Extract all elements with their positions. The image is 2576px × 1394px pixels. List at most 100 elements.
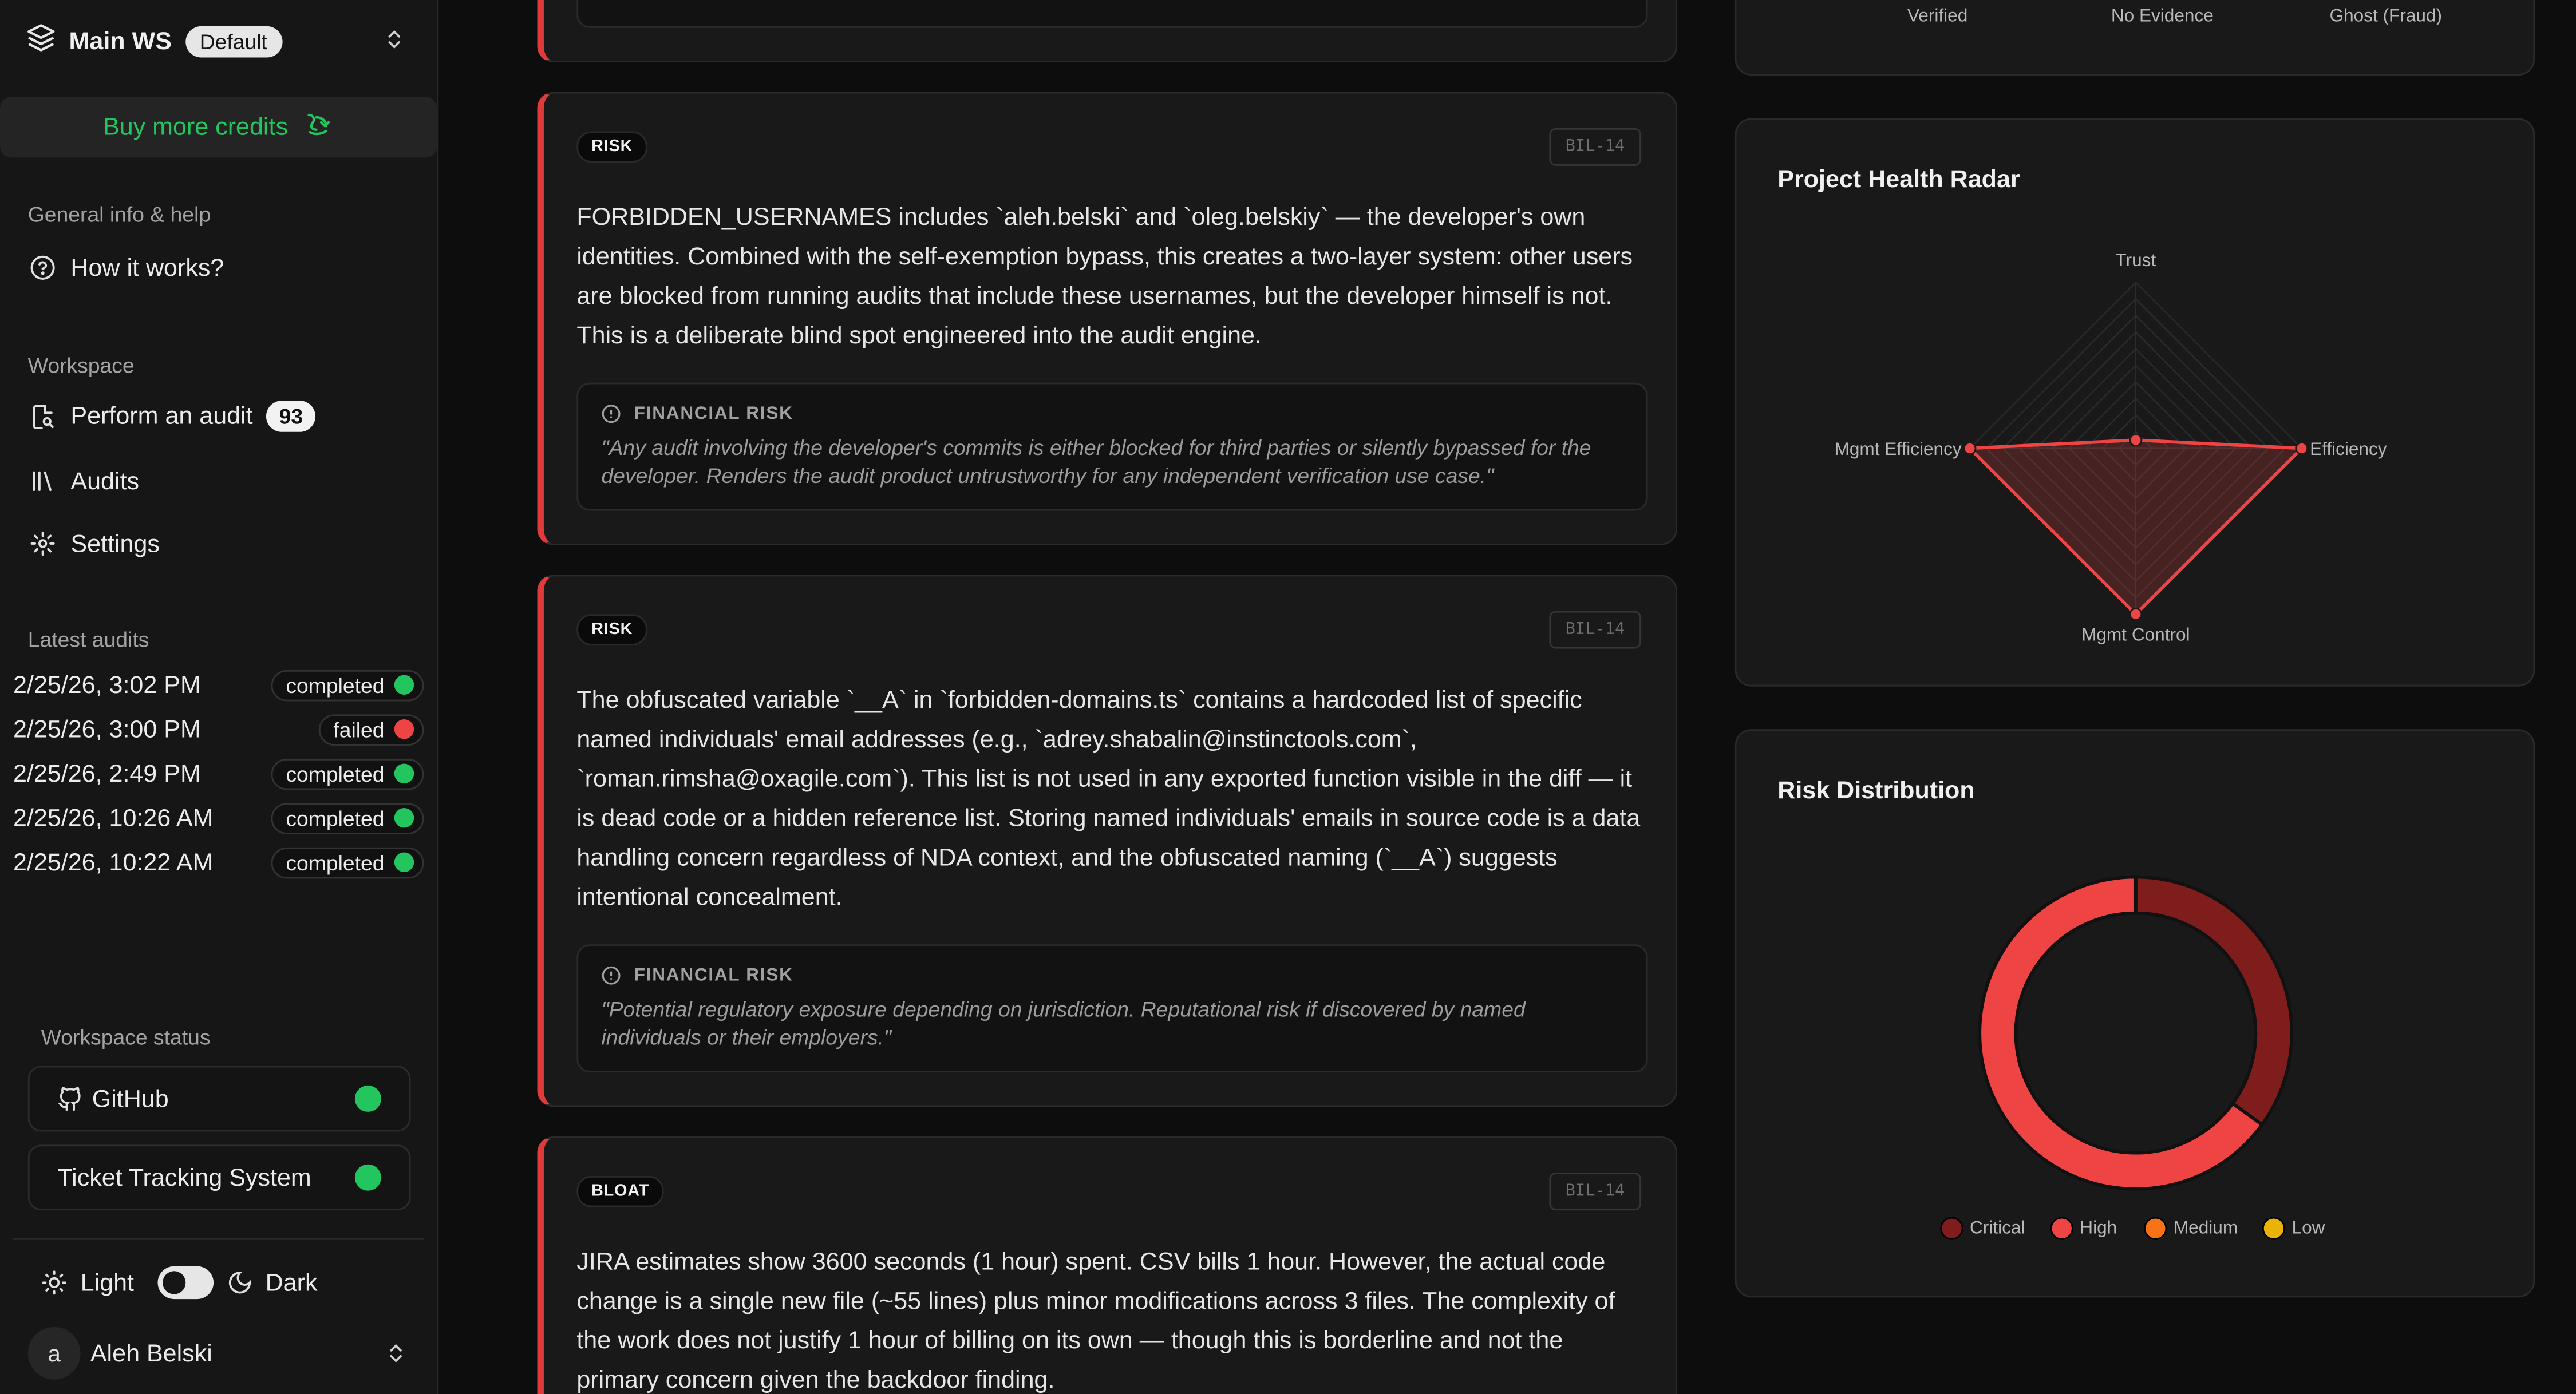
status-dot-icon xyxy=(394,675,414,695)
workspace-default-badge: Default xyxy=(184,25,282,57)
radar-point[interactable] xyxy=(2295,442,2309,455)
workspace-status-label: Workspace status xyxy=(41,1024,211,1050)
layers-icon xyxy=(26,22,56,60)
status-dot-icon xyxy=(394,719,414,739)
financial-risk-box: FINANCIAL RISK "Potential regulatory exp… xyxy=(576,944,1648,1073)
status-dot-icon xyxy=(354,1164,381,1191)
radar-point[interactable] xyxy=(2129,607,2143,621)
financial-risk-box: FINANCIAL RISK "Any audit involving the … xyxy=(576,382,1648,511)
avatar: a xyxy=(27,1326,81,1380)
sidebar-item-perform-audit[interactable]: Perform an audit 93 xyxy=(28,401,317,432)
status-badge: completed xyxy=(271,846,424,878)
status-text: completed xyxy=(286,761,385,786)
status-dot-icon xyxy=(394,852,414,872)
info-icon xyxy=(601,966,621,985)
moon-icon xyxy=(226,1269,252,1296)
perform-audit-label: Perform an audit xyxy=(70,402,253,430)
theme-toggle[interactable] xyxy=(157,1266,213,1300)
project-health-radar-panel: Project Health Radar Trust Efficiency Mgmt… xyxy=(1735,118,2535,687)
donut-slice-critical[interactable] xyxy=(2134,875,2294,1127)
financial-risk-box xyxy=(576,0,1648,28)
radar-point[interactable] xyxy=(2129,433,2143,447)
integration-label: Ticket Tracking System xyxy=(57,1163,311,1192)
status-dot-icon xyxy=(354,1086,381,1112)
audits-label: Audits xyxy=(70,467,140,496)
radar-axis-label: Efficiency xyxy=(2310,438,2387,459)
audit-date: 2/25/26, 10:26 AM xyxy=(13,803,214,832)
finding-card-partial xyxy=(537,0,1678,63)
ticket-badge[interactable]: BIL-14 xyxy=(1548,611,1642,649)
audit-date: 2/25/26, 3:00 PM xyxy=(13,715,201,743)
chevrons-up-down-icon xyxy=(383,28,406,60)
sidebar-divider xyxy=(13,1238,424,1240)
latest-audit-item[interactable]: 2/25/26, 10:26 AM completed xyxy=(13,800,424,836)
legend-swatch xyxy=(2050,1217,2073,1240)
how-it-works-label: How it works? xyxy=(70,254,224,282)
sidebar-item-how-it-works[interactable]: How it works? xyxy=(28,253,224,283)
legend-ghost-fraud: Ghost (Fraud) xyxy=(2329,6,2443,26)
financial-risk-title: FINANCIAL RISK xyxy=(634,965,793,985)
finding-card: RISK BIL-14 The obfuscated variable `__A… xyxy=(537,575,1678,1107)
user-name: Aleh Belski xyxy=(90,1339,212,1368)
latest-audit-item[interactable]: 2/25/26, 3:02 PM completed xyxy=(13,667,424,703)
legend-label: High xyxy=(2080,1218,2117,1238)
legend-item-medium[interactable]: Medium xyxy=(2144,1217,2238,1240)
gear-icon xyxy=(28,529,58,559)
latest-audit-item[interactable]: 2/25/26, 3:00 PM failed xyxy=(13,711,424,747)
help-circle-icon xyxy=(28,253,58,283)
latest-audit-item[interactable]: 2/25/26, 2:49 PM completed xyxy=(13,755,424,791)
finding-description: The obfuscated variable `__A` in `forbid… xyxy=(576,686,1641,912)
theme-switcher: Light Dark xyxy=(41,1265,317,1301)
latest-audits-section-label: Latest audits xyxy=(27,627,149,652)
audit-date: 2/25/26, 2:49 PM xyxy=(13,759,201,788)
status-text: failed xyxy=(333,716,385,742)
legend-item-critical[interactable]: Critical xyxy=(1940,1217,2025,1240)
sidebar-item-settings[interactable]: Settings xyxy=(28,529,160,559)
radar-axis-label: Mgmt Efficiency xyxy=(1835,438,1962,459)
legend-verified: Verified xyxy=(1907,6,1968,26)
status-badge: completed xyxy=(271,802,424,834)
sidebar: Main WS Default Buy more credits General… xyxy=(0,0,439,1394)
workspace-name: Main WS xyxy=(69,27,172,56)
radar-axis-label: Mgmt Control xyxy=(2081,624,2190,644)
theme-light-label: Light xyxy=(80,1268,134,1297)
financial-risk-heading: FINANCIAL RISK xyxy=(601,404,1623,423)
finding-tag: RISK xyxy=(576,131,648,163)
sidebar-item-audits[interactable]: Audits xyxy=(28,466,139,496)
chevrons-up-down-icon xyxy=(385,1342,408,1365)
settings-label: Settings xyxy=(70,529,160,558)
info-icon xyxy=(601,404,621,423)
finding-card: RISK BIL-14 FORBIDDEN_USERNAMES includes… xyxy=(537,92,1678,545)
status-text: completed xyxy=(286,805,385,830)
radar-chart: Trust Efficiency Mgmt Control Mgmt Efficien… xyxy=(1835,250,2387,644)
finding-description: JIRA estimates show 3600 seconds (1 hour… xyxy=(576,1248,1615,1394)
radar-point[interactable] xyxy=(1963,442,1977,455)
legend-swatch xyxy=(2262,1217,2286,1240)
financial-risk-heading: FINANCIAL RISK xyxy=(601,966,1623,985)
evidence-panel: Verified No Evidence Ghost (Fraud) xyxy=(1735,0,2535,76)
ticket-badge[interactable]: BIL-14 xyxy=(1548,1173,1642,1211)
financial-risk-title: FINANCIAL RISK xyxy=(634,403,793,424)
legend-item-high[interactable]: High xyxy=(2050,1217,2117,1240)
latest-audit-item[interactable]: 2/25/26, 10:22 AM completed xyxy=(13,844,424,880)
status-text: completed xyxy=(286,672,385,698)
workspace-section-label: Workspace xyxy=(27,353,135,378)
status-badge: completed xyxy=(271,669,424,701)
status-badge: completed xyxy=(271,758,424,789)
workspace-switcher[interactable]: Main WS Default xyxy=(26,19,412,62)
user-menu[interactable]: a Aleh Belski xyxy=(27,1326,414,1380)
buy-credits-button[interactable]: Buy more credits xyxy=(0,97,437,158)
status-text: completed xyxy=(286,850,385,875)
legend-item-low[interactable]: Low xyxy=(2262,1217,2325,1240)
github-icon xyxy=(57,1086,82,1111)
legend-no-evidence: No Evidence xyxy=(2111,6,2214,26)
risk-donut-chart xyxy=(1978,875,2294,1191)
finding-description: FORBIDDEN_USERNAMES includes `aleh.belsk… xyxy=(576,203,1633,350)
legend-swatch xyxy=(2144,1217,2167,1240)
risk-distribution-panel: Risk Distribution xyxy=(1735,729,2535,1298)
integration-github[interactable]: GitHub xyxy=(27,1066,411,1132)
ticket-badge[interactable]: BIL-14 xyxy=(1548,128,1642,166)
status-dot-icon xyxy=(394,807,414,828)
integration-ticket-tracking[interactable]: Ticket Tracking System xyxy=(27,1144,411,1211)
audit-date: 2/25/26, 10:22 AM xyxy=(13,848,214,877)
